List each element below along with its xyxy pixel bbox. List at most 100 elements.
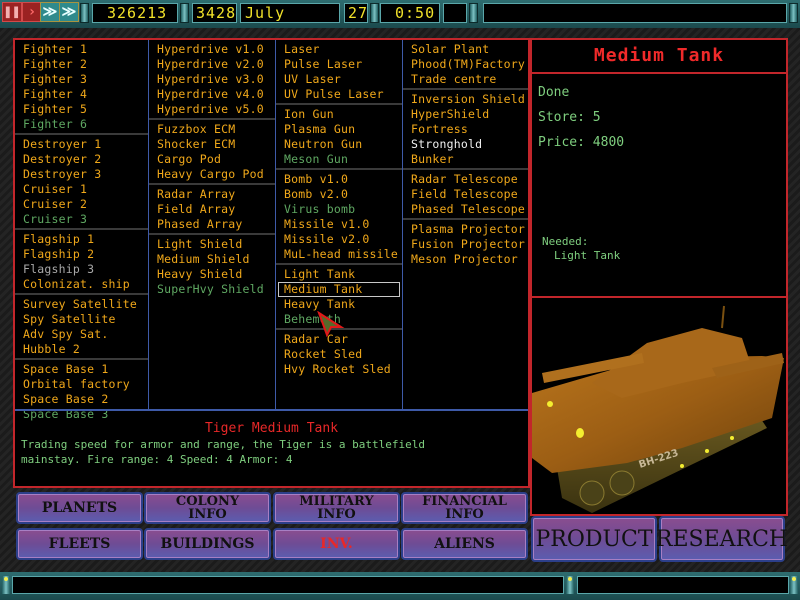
list-item[interactable]: Hyperdrive v2.0 [149,57,275,72]
aliens-button[interactable]: ALIENS [401,528,528,560]
list-item[interactable]: Neutron Gun [276,137,402,152]
list-item[interactable]: Destroyer 2 [15,152,148,167]
list-item[interactable]: Bomb v2.0 [276,187,402,202]
list-item[interactable]: Ion Gun [276,107,402,122]
list-item[interactable]: Cruiser 1 [15,182,148,197]
list-item[interactable]: Fortress [403,122,528,137]
item-title: Medium Tank [532,40,786,74]
list-item[interactable]: Inversion Shield [403,92,528,107]
list-item[interactable]: Fusion Projector [403,237,528,252]
list-item[interactable]: Medium Shield [149,252,275,267]
list-item[interactable]: Destroyer 3 [15,167,148,182]
list-item[interactable]: Heavy Cargo Pod [149,167,275,182]
list-item[interactable]: Plasma Gun [276,122,402,137]
list-item[interactable]: Field Array [149,202,275,217]
list-item[interactable]: Orbital factory [15,377,148,392]
fast-forward-button[interactable]: ≫ [40,2,60,22]
list-item[interactable]: Space Base 1 [15,362,148,377]
list-item[interactable]: Hyperdrive v1.0 [149,42,275,57]
list-item[interactable]: Heavy Tank [276,297,402,312]
list-item[interactable]: Fighter 3 [15,72,148,87]
production-list-panel: Fighter 1 Fighter 2 Fighter 3 Fighter 4 Figh… [13,38,530,488]
faster-forward-icon: ≫ [61,4,77,20]
list-item[interactable]: Cruiser 2 [15,197,148,212]
tank-light [680,464,684,468]
list-item[interactable]: Cargo Pod [149,152,275,167]
pause-button[interactable]: ❚❚ [2,2,22,22]
list-item[interactable]: Hyperdrive v5.0 [149,102,275,117]
product-button[interactable]: PRODUCT [531,516,657,562]
needed-section: Needed: Light Tank [542,235,620,263]
list-item[interactable]: Field Telescope [403,187,528,202]
tank-antenna [721,305,725,329]
list-item[interactable]: Hyperdrive v4.0 [149,87,275,102]
planets-button[interactable]: PLANETS [16,492,143,524]
list-item[interactable]: Heavy Shield [149,267,275,282]
list-item[interactable]: Colonizat. ship [15,277,148,292]
list-item[interactable]: Bunker [403,152,528,167]
list-item[interactable]: Cruiser 3 [15,212,148,227]
list-item[interactable]: Fighter 6 [15,117,148,132]
panel-knob [469,3,478,23]
description-text: Trading speed for armor and range, the T… [21,438,425,466]
list-item[interactable]: Meson Gun [276,152,402,167]
list-item[interactable]: Phood(TM)Factory [403,57,528,72]
list-item[interactable]: Radar Array [149,187,275,202]
list-item[interactable]: Adv Spy Sat. [15,327,148,342]
list-item[interactable]: Bomb v1.0 [276,172,402,187]
list-item[interactable]: Light Tank [276,267,402,282]
research-button[interactable]: RESEARCH [656,516,788,562]
tank-light [705,449,709,453]
list-item[interactable]: Trade centre [403,72,528,87]
list-item[interactable]: Missile v1.0 [276,217,402,232]
list-item[interactable]: Missile v2.0 [276,232,402,247]
buildings-button[interactable]: BUILDINGS [144,528,271,560]
list-item[interactable]: Fighter 2 [15,57,148,72]
list-item[interactable]: Virus bomb [276,202,402,217]
list-item[interactable]: Fighter 1 [15,42,148,57]
list-item[interactable]: Spy Satellite [15,312,148,327]
list-item[interactable]: Fighter 4 [15,87,148,102]
list-item[interactable]: Fighter 5 [15,102,148,117]
inventions-button[interactable]: INV. [273,528,400,560]
list-item[interactable]: MuL-head missile [276,247,402,262]
faster-forward-button[interactable]: ≫ [59,2,79,22]
fleets-button[interactable]: FLEETS [16,528,143,560]
list-item[interactable]: Flagship 3 [15,262,148,277]
list-item[interactable]: Radar Telescope [403,172,528,187]
list-item[interactable]: Pulse Laser [276,57,402,72]
list-item[interactable]: SuperHvy Shield [149,282,275,297]
list-item[interactable]: Solar Plant [403,42,528,57]
military-info-button[interactable]: MILITARY INFO [273,492,400,524]
list-item[interactable]: Destroyer 1 [15,137,148,152]
list-item[interactable]: Phased Array [149,217,275,232]
list-item[interactable]: Flagship 2 [15,247,148,262]
list-item-selected[interactable]: Medium Tank [278,282,400,297]
list-item[interactable]: UV Laser [276,72,402,87]
list-item[interactable]: Laser [276,42,402,57]
list-item[interactable]: Shocker ECM [149,137,275,152]
list-item[interactable]: Stronghold [403,137,528,152]
list-item[interactable]: Rocket Sled [276,347,402,362]
list-item[interactable]: HyperShield [403,107,528,122]
colony-info-button[interactable]: COLONY INFO [144,492,271,524]
financial-info-button[interactable]: FINANCIAL INFO [401,492,528,524]
panel-knob [789,3,798,23]
list-item[interactable]: Light Shield [149,237,275,252]
play-button[interactable]: › [22,2,42,22]
list-item[interactable]: Plasma Projector [403,222,528,237]
list-item[interactable]: Fuzzbox ECM [149,122,275,137]
item-group: Laser Pulse Laser UV Laser UV Pulse Laser [276,40,402,105]
list-item[interactable]: Hubble 2 [15,342,148,357]
list-item[interactable]: Space Base 2 [15,392,148,407]
list-item[interactable]: UV Pulse Laser [276,87,402,102]
buildings-label: BUILDINGS [160,535,255,552]
item-group: Hyperdrive v1.0 Hyperdrive v2.0 Hyperdrive… [149,40,275,120]
list-item[interactable]: Phased Telescope [403,202,528,217]
list-item[interactable]: Meson Projector [403,252,528,267]
list-item[interactable]: Hvy Rocket Sled [276,362,402,377]
list-item[interactable]: Survey Satellite [15,297,148,312]
list-item[interactable]: Hyperdrive v3.0 [149,72,275,87]
list-item[interactable]: Flagship 1 [15,232,148,247]
item-group: Bomb v1.0 Bomb v2.0 Virus bomb Missile v1.0… [276,170,402,265]
